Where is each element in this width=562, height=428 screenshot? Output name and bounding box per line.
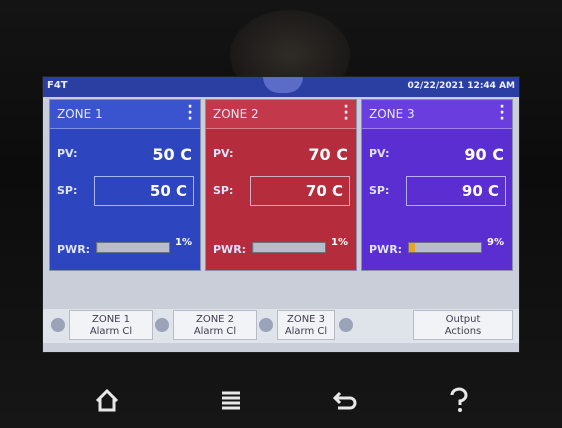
menu-icon[interactable] [216,385,246,415]
zone-1-power-fill [97,243,98,252]
zone-panels: ZONE 1 · · · PV: 50 C SP: 50 C PWR: 1% ZON… [49,99,513,271]
zone-2-header: ZONE 2 · · · [206,100,356,129]
zone-3-setpoint-field[interactable]: 90 C [406,176,506,206]
zone-1-setpoint-field[interactable]: 50 C [94,176,194,206]
zone-1-pv-value: 50 C [152,145,192,164]
pwr-label: PWR: [57,243,91,256]
zone-2-sp-value: 70 C [305,182,343,200]
round-indicator-icon [339,318,353,332]
zone-3-power-bar [408,242,482,253]
zone-1-alarm-clear-button[interactable]: ZONE 1 Alarm Cl [69,310,153,340]
zone-3-panel[interactable]: ZONE 3 · · · PV: 90 C SP: 90 C PWR: 9% [361,99,513,271]
zone-2-panel[interactable]: ZONE 2 · · · PV: 70 C SP: 70 C PWR: 1% [205,99,357,271]
help-icon[interactable] [444,385,474,415]
zone-3-alarm-clear-button[interactable]: ZONE 3 Alarm Cl [277,310,335,340]
alarm-button-bar: ZONE 1 Alarm Cl ZONE 2 Alarm Cl ZONE 3 A… [43,309,519,343]
round-indicator-icon [259,318,273,332]
button-line-2: Alarm Cl [193,326,237,337]
kebab-menu-icon[interactable]: · · · [498,100,506,126]
zone-3-header: ZONE 3 · · · [362,100,512,129]
status-bar: F4T 02/22/2021 12:44 AM [43,77,519,97]
zone-1-power-percent: 1% [175,237,192,248]
device-label: F4T [47,80,68,91]
round-indicator-icon [155,318,169,332]
zone-2-power-percent: 1% [331,237,348,248]
zone-3-sp-value: 90 C [461,182,499,200]
zone-2-power-bar [252,242,326,253]
button-line-1: ZONE 1 [91,314,131,325]
zone-2-power-fill [253,243,254,252]
zone-1-header: ZONE 1 · · · [50,100,200,129]
button-line-2: Alarm Cl [89,326,133,337]
zone-1-panel[interactable]: ZONE 1 · · · PV: 50 C SP: 50 C PWR: 1% [49,99,201,271]
sp-label: SP: [213,184,234,197]
pv-label: PV: [57,147,78,160]
button-line-1: ZONE 3 [286,314,326,325]
output-actions-button[interactable]: Output Actions [413,310,513,340]
zone-1-sp-value: 50 C [149,182,187,200]
zone-3-power-percent: 9% [487,237,504,248]
zone-3-power-fill [409,243,416,252]
touch-screen: F4T 02/22/2021 12:44 AM ZONE 1 · · · PV: 5… [42,76,520,353]
button-line-2: Actions [444,326,482,337]
button-line-1: ZONE 2 [195,314,235,325]
round-indicator-icon [51,318,65,332]
home-icon[interactable] [92,385,122,415]
button-line-2: Alarm Cl [284,326,328,337]
kebab-menu-icon[interactable]: · · · [186,100,194,126]
pull-down-tab[interactable] [263,77,303,93]
sp-label: SP: [369,184,390,197]
pv-label: PV: [369,147,390,160]
zone-3-pv-value: 90 C [464,145,504,164]
kebab-menu-icon[interactable]: · · · [342,100,350,126]
datetime: 02/22/2021 12:44 AM [407,81,515,91]
back-icon[interactable] [330,385,360,415]
zone-2-alarm-clear-button[interactable]: ZONE 2 Alarm Cl [173,310,257,340]
sp-label: SP: [57,184,78,197]
zone-2-setpoint-field[interactable]: 70 C [250,176,350,206]
zone-2-title: ZONE 2 [213,107,259,121]
pwr-label: PWR: [213,243,247,256]
button-line-1: Output [445,314,481,325]
zone-1-power-bar [96,242,170,253]
zone-1-title: ZONE 1 [57,107,103,121]
pwr-label: PWR: [369,243,403,256]
zone-3-title: ZONE 3 [369,107,415,121]
pv-label: PV: [213,147,234,160]
zone-2-pv-value: 70 C [308,145,348,164]
